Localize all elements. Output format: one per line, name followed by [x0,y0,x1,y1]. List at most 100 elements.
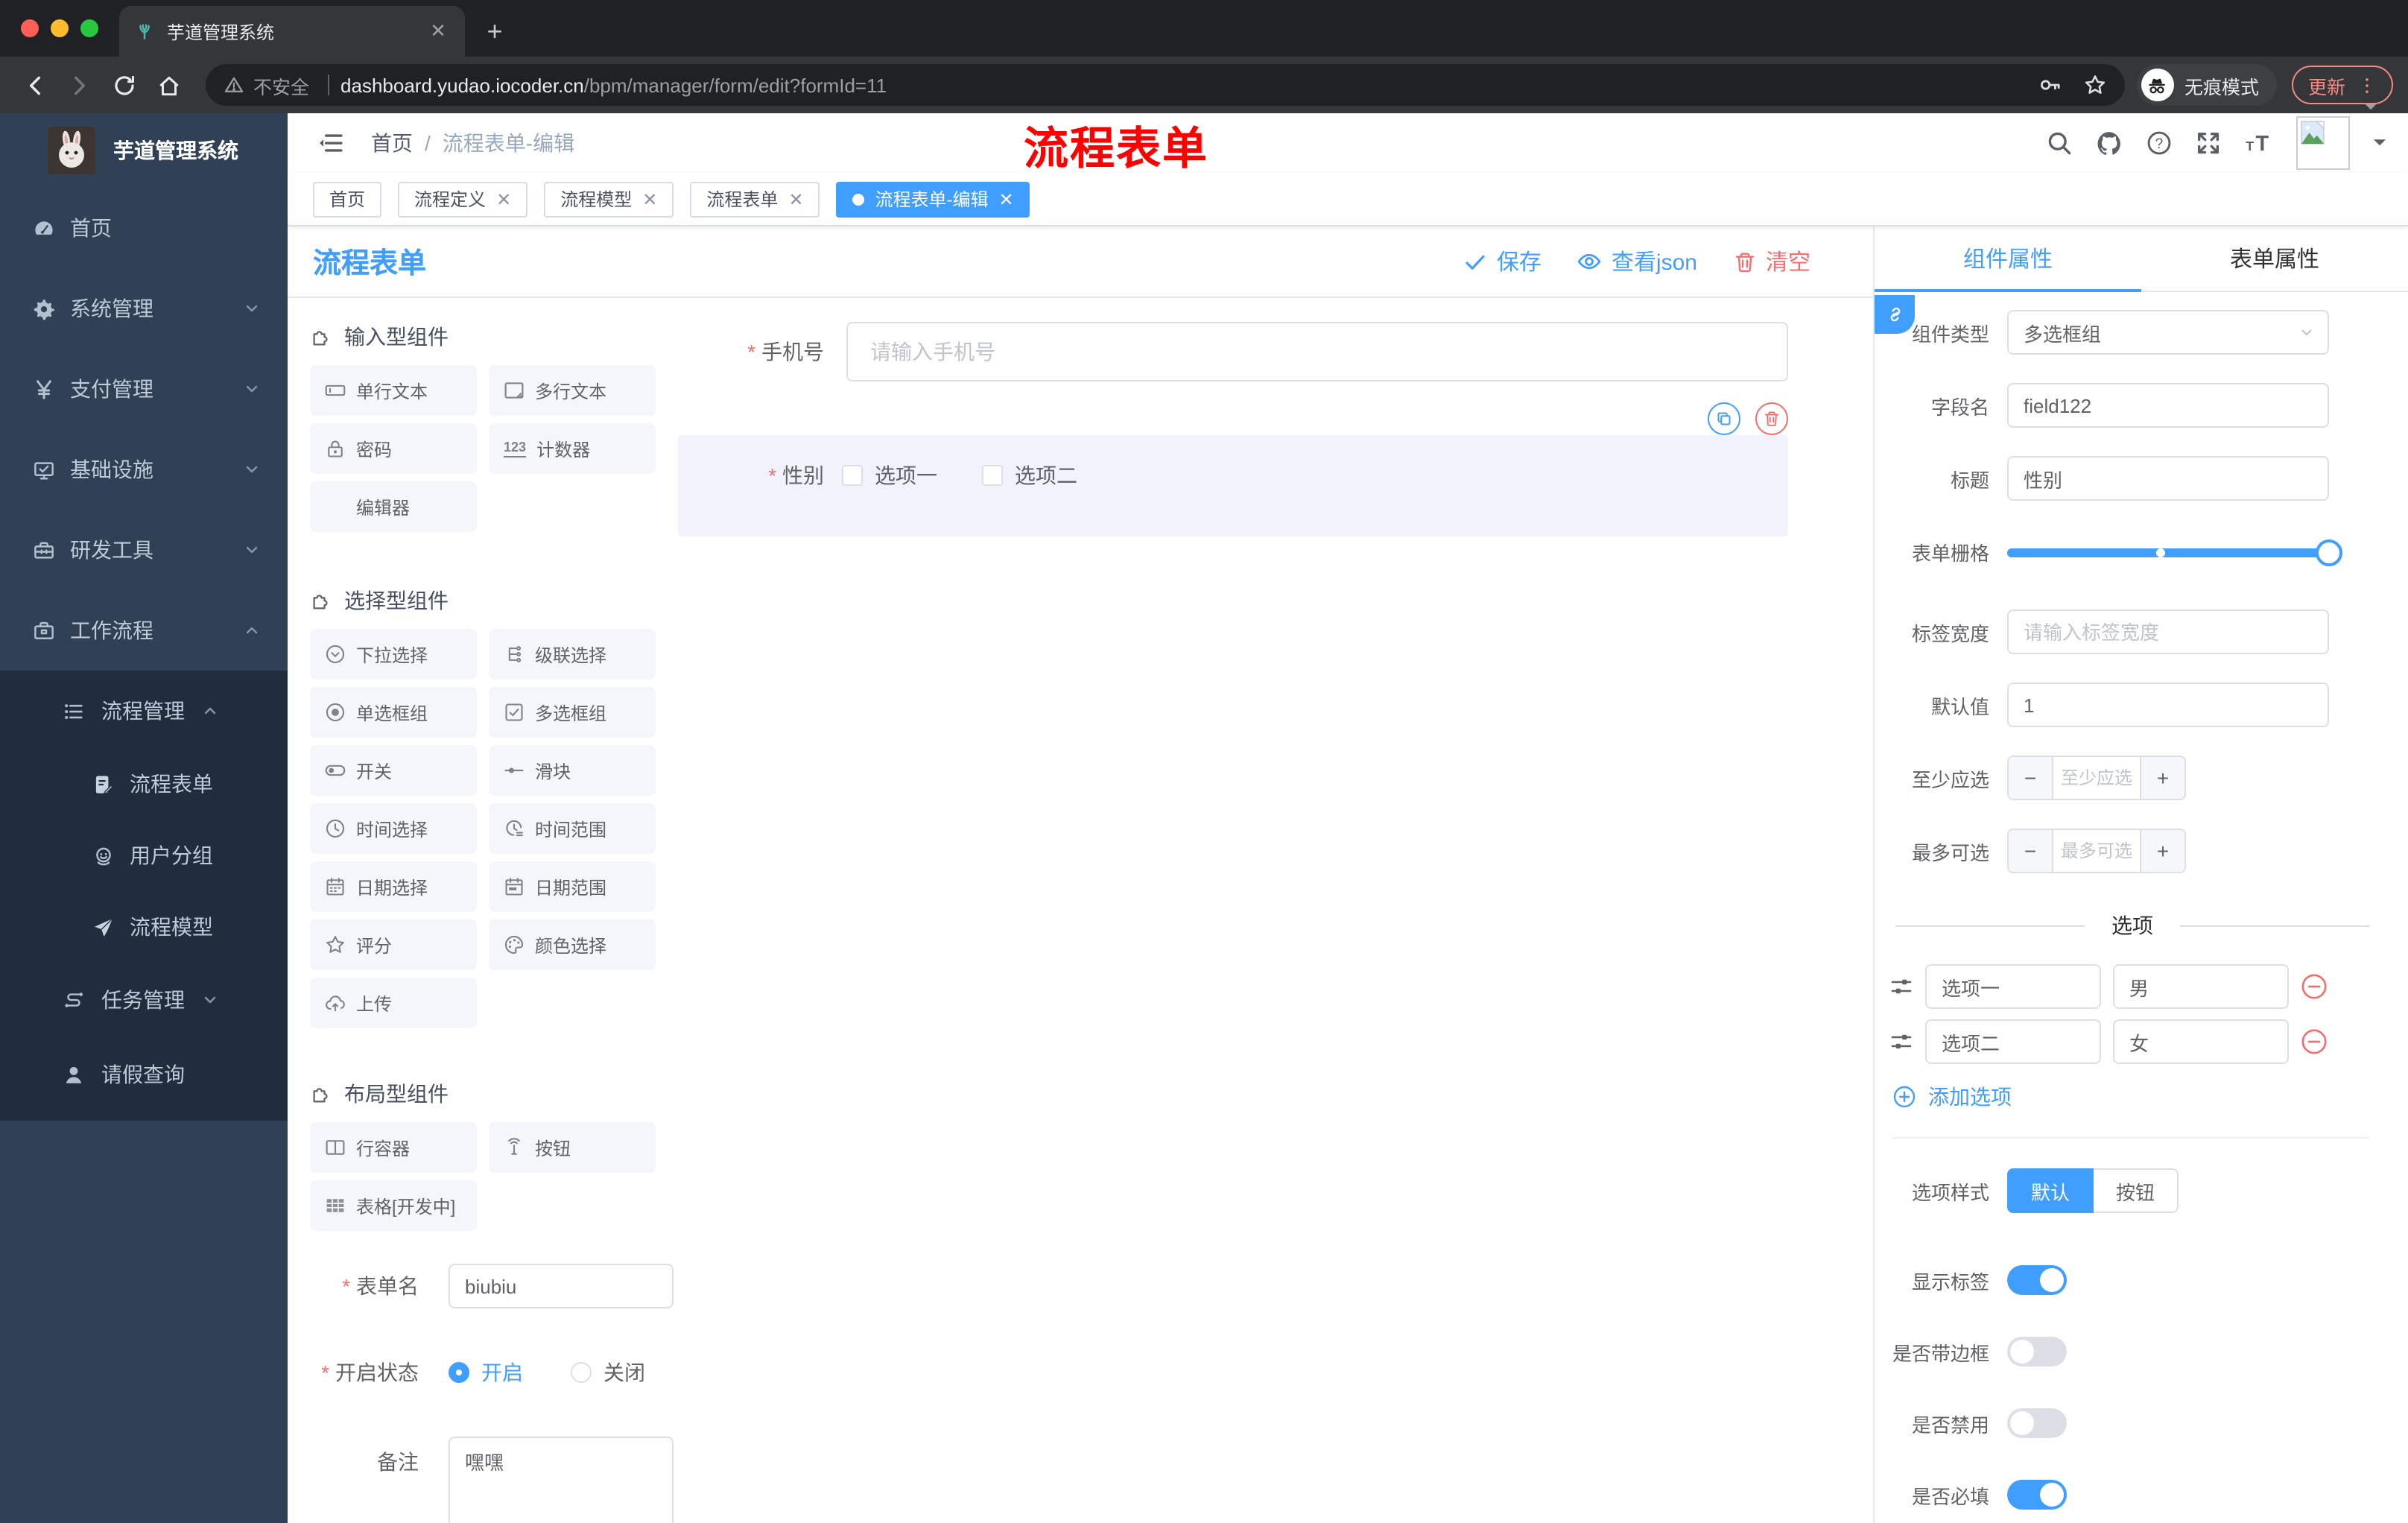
page-tab-process-form[interactable]: 流程表单 ✕ [690,181,820,217]
show-label-toggle[interactable] [2007,1265,2067,1295]
sidebar-item-user-group[interactable]: 用户分组 [0,820,288,891]
palette-item-password[interactable]: 密码 [310,423,477,474]
page-tab-process-model[interactable]: 流程模型 ✕ [544,181,674,217]
form-canvas[interactable]: 手机号 [662,298,1873,1523]
palette-item-rate[interactable]: 评分 [310,919,477,970]
option1-value-input[interactable] [2113,964,2289,1009]
palette-item-button[interactable]: 按钮 [489,1122,656,1173]
new-tab-button[interactable]: + [474,10,516,52]
copy-widget-button[interactable] [1708,402,1740,435]
gender-option1-checkbox[interactable] [842,465,863,486]
link-handle[interactable] [1875,295,1915,334]
palette-item-select[interactable]: 下拉选择 [310,629,477,680]
sidebar-item-dev-tools[interactable]: 研发工具 [0,510,288,590]
tab-close-icon[interactable]: ✕ [496,189,511,209]
bookmark-star-icon[interactable] [2083,73,2107,97]
font-size-icon[interactable]: TT [2244,130,2274,156]
macos-minimize-button[interactable] [51,19,69,37]
page-tab-process-definition[interactable]: 流程定义 ✕ [398,181,528,217]
style-button-button[interactable]: 按钮 [2094,1168,2179,1213]
address-bar[interactable]: 不安全 dashboard.yudao.iocoder.cn/bpm/manag… [206,64,2125,106]
palette-item-multi-line-text[interactable]: 多行文本 [489,365,656,416]
search-icon[interactable] [2046,130,2073,156]
palette-item-date-picker[interactable]: 日期选择 [310,861,477,912]
home-icon[interactable] [149,66,188,104]
option2-value-input[interactable] [2113,1019,2289,1064]
sidebar-item-process-management[interactable]: 流程管理 [0,674,288,748]
sidebar-item-home[interactable]: 首页 [0,188,288,268]
status-on-label[interactable]: 开启 [481,1358,523,1387]
palette-item-checkbox-group[interactable]: 多选框组 [489,687,656,738]
sidebar-item-task-management[interactable]: 任务管理 [0,963,288,1037]
slider-track[interactable] [2007,539,2342,566]
sidebar-item-infrastructure[interactable]: 基础设施 [0,429,288,510]
fullscreen-icon[interactable] [2195,130,2222,156]
drag-handle-icon[interactable] [1889,975,1913,998]
slider-thumb[interactable] [2316,539,2342,566]
breadcrumb-home[interactable]: 首页 [371,128,413,158]
tab-close-icon[interactable]: ✕ [788,189,803,209]
increase-button[interactable]: + [2140,830,2184,872]
style-default-button[interactable]: 默认 [2007,1168,2094,1213]
help-icon[interactable]: ? [2146,130,2173,156]
tab-close-icon[interactable]: ✕ [642,189,657,209]
sidebar-item-system-management[interactable]: 系统管理 [0,268,288,349]
palette-item-date-range[interactable]: 日期范围 [489,861,656,912]
form-name-input[interactable] [449,1264,674,1308]
sidebar-collapse-icon[interactable] [288,130,359,156]
security-warning-icon[interactable] [224,75,244,95]
status-off-radio[interactable] [571,1362,592,1383]
palette-item-editor[interactable]: 编辑器 [310,481,477,532]
decrease-button[interactable]: − [2009,830,2053,872]
macos-zoom-button[interactable] [80,19,98,37]
canvas-field-gender-selected[interactable]: 性别 选项一 选项二 [678,435,1788,536]
reload-icon[interactable] [104,66,143,104]
back-icon[interactable] [15,66,54,104]
forward-icon[interactable] [60,66,98,104]
canvas-field-phone[interactable]: 手机号 [678,322,1788,381]
label-width-input[interactable] [2007,609,2329,654]
default-value-input[interactable] [2007,683,2329,727]
gender-option1-label[interactable]: 选项一 [875,460,937,490]
min-select-input[interactable] [2053,757,2140,799]
palette-item-cascader[interactable]: 级联选择 [489,629,656,680]
page-tab-process-form-edit[interactable]: 流程表单-编辑 ✕ [836,181,1030,217]
palette-item-time-picker[interactable]: 时间选择 [310,803,477,854]
clear-button[interactable]: 清空 [1733,246,1810,277]
palette-item-switch[interactable]: 开关 [310,745,477,796]
add-option-button[interactable]: 添加选项 [1892,1082,2387,1112]
view-json-button[interactable]: 查看json [1577,246,1697,277]
required-toggle[interactable] [2007,1480,2067,1510]
sidebar-logo[interactable]: 芋道管理系统 [0,113,288,188]
palette-item-single-line-text[interactable]: 单行文本 [310,365,477,416]
avatar-caret-icon[interactable] [2372,137,2387,149]
avatar[interactable] [2296,116,2350,170]
password-key-icon[interactable] [2038,73,2062,97]
grid-slider[interactable] [2007,539,2342,566]
palette-item-radio-group[interactable]: 单选框组 [310,687,477,738]
disabled-toggle[interactable] [2007,1408,2067,1438]
status-off-label[interactable]: 关闭 [603,1358,645,1387]
page-tab-home[interactable]: 首页 [313,181,382,217]
macos-close-button[interactable] [21,19,39,37]
gender-option2-label[interactable]: 选项二 [1015,460,1077,490]
sidebar-item-leave-query[interactable]: 请假查询 [0,1037,288,1112]
sidebar-item-payment-management[interactable]: 支付管理 [0,349,288,429]
github-icon[interactable] [2095,129,2123,157]
palette-item-upload[interactable]: 上传 [310,978,477,1028]
remove-option-button[interactable] [2301,1028,2328,1055]
option1-label-input[interactable] [1925,964,2101,1009]
palette-item-row-container[interactable]: 行容器 [310,1122,477,1173]
tab-form-props[interactable]: 表单属性 [2141,227,2408,291]
status-on-radio[interactable] [449,1362,469,1383]
palette-item-time-range[interactable]: 时间范围 [489,803,656,854]
decrease-button[interactable]: − [2009,757,2053,799]
increase-button[interactable]: + [2140,757,2184,799]
drag-handle-icon[interactable] [1889,1030,1913,1054]
phone-input[interactable] [846,322,1788,381]
sidebar-item-workflow[interactable]: 工作流程 [0,590,288,671]
gender-option2-checkbox[interactable] [982,465,1003,486]
browser-tab[interactable]: 芋道管理系统 ✕ [119,6,465,57]
tab-component-props[interactable]: 组件属性 [1875,227,2141,292]
sidebar-item-process-model[interactable]: 流程模型 [0,891,288,963]
